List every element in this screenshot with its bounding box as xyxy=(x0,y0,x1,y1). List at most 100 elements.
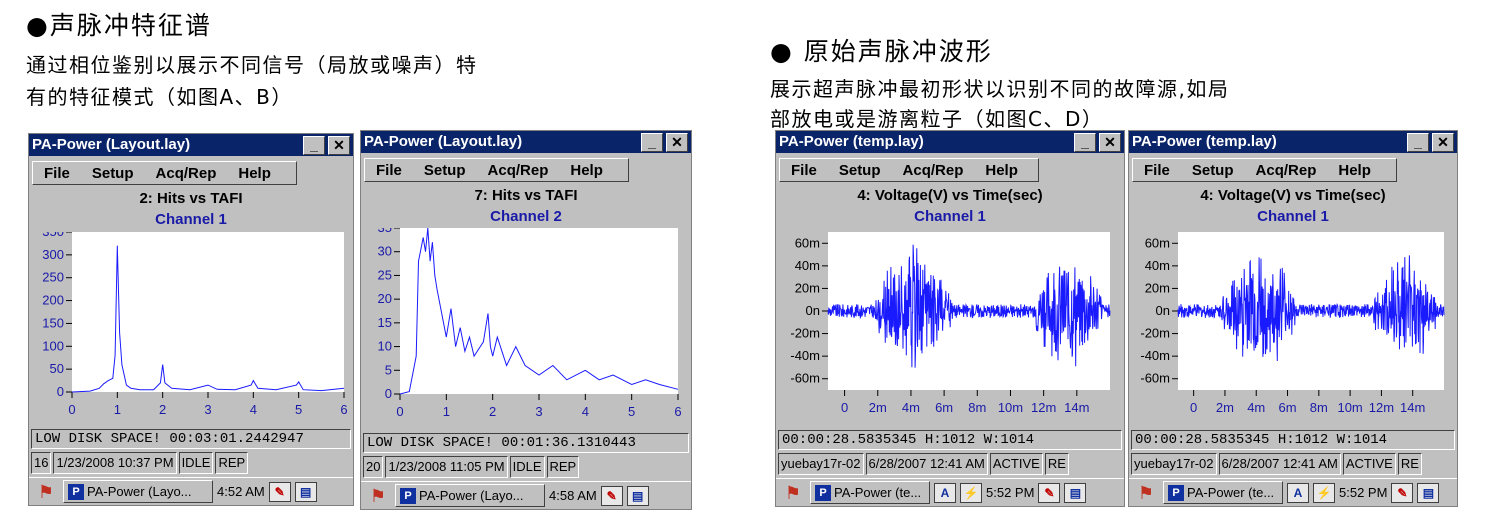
taskbar-app-label: PA-Power (Layo... xyxy=(87,484,192,499)
chart-title: 7: Hits vs TAFI xyxy=(474,187,578,204)
y-tick-label: -60m xyxy=(790,371,820,386)
x-tick-label: 5 xyxy=(295,402,302,417)
status-bar: 16 1/23/2008 10:37 PM IDLE REP xyxy=(31,452,250,474)
y-tick-label: 5 xyxy=(385,362,392,377)
status-message: 00:00:28.5835345 H:1012 W:1014 xyxy=(778,430,1122,450)
menu-item[interactable]: Help xyxy=(227,165,282,182)
taskbar-app-button[interactable]: P PA-Power (te... xyxy=(1163,481,1283,504)
menu-item[interactable]: Acq/Rep xyxy=(145,165,228,182)
chart-title: 2: Hits vs TAFI xyxy=(139,190,243,207)
battery-icon[interactable]: ⚡ xyxy=(960,482,982,503)
menu-bar: File Setup Acq/Rep Help xyxy=(779,158,1039,182)
status-cell: 1/23/2008 11:05 PM xyxy=(385,456,508,478)
start-menu-icon[interactable]: ⚑ xyxy=(365,485,391,507)
close-button[interactable]: ✕ xyxy=(666,133,688,152)
x-tick-label: 0 xyxy=(396,404,403,419)
menu-item[interactable]: File xyxy=(780,162,828,179)
clock: 5:52 PM xyxy=(986,485,1035,500)
desktop-icon[interactable]: ▤ xyxy=(626,485,649,506)
close-button[interactable]: ✕ xyxy=(1099,133,1121,152)
minimize-button[interactable]: _ xyxy=(1407,133,1429,152)
start-menu-icon[interactable]: ⚑ xyxy=(780,482,806,504)
taskbar: ⚑ P PA-Power (Layo... 4:58 AM ✎ ▤ xyxy=(361,481,691,509)
chart-plot: 60m 40m 20m 0n -20m -40m -60m 0 2m 4m 6m 8m 10m 12m 14… xyxy=(1140,232,1445,415)
x-tick-label: 12m xyxy=(1031,400,1056,415)
minimize-button[interactable]: _ xyxy=(641,133,663,152)
y-tick-label: 10 xyxy=(378,339,392,354)
status-cell: IDLE xyxy=(509,456,545,478)
clock: 4:58 AM xyxy=(549,488,597,503)
menu-item[interactable]: Setup xyxy=(413,162,477,179)
x-tick-label: 2m xyxy=(869,400,887,415)
menu-item[interactable]: Acq/Rep xyxy=(892,162,975,179)
left-section-desc-line2: 有的特征模式（如图A、B） xyxy=(26,85,293,109)
app-icon: P xyxy=(1168,484,1184,501)
x-tick-label: 3 xyxy=(204,402,211,417)
x-tick-label: 8m xyxy=(1310,400,1328,415)
y-tick-label: 60m xyxy=(795,235,820,250)
menu-item[interactable]: Setup xyxy=(1181,162,1245,179)
menu-item[interactable]: Help xyxy=(974,162,1029,179)
taskbar-app-button[interactable]: P PA-Power (Layo... xyxy=(63,480,213,503)
menu-bar: File Setup Acq/Rep Help xyxy=(32,161,297,185)
network-icon[interactable]: ✎ xyxy=(600,485,623,506)
app-icon: P xyxy=(815,484,831,501)
close-button[interactable]: ✕ xyxy=(1432,133,1454,152)
menu-bar: File Setup Acq/Rep Help xyxy=(364,158,629,182)
status-cell: ACTIVE xyxy=(989,453,1043,475)
x-tick-label: 2m xyxy=(1216,400,1234,415)
x-tick-label: 6m xyxy=(1278,400,1296,415)
y-tick-label: 0 xyxy=(385,386,392,401)
menu-item[interactable]: Acq/Rep xyxy=(1245,162,1328,179)
menu-item[interactable]: Setup xyxy=(81,165,145,182)
start-menu-icon[interactable]: ⚑ xyxy=(1133,482,1159,504)
input-mode-icon[interactable]: A xyxy=(934,482,956,503)
input-mode-icon[interactable]: A xyxy=(1287,482,1309,503)
status-cell: 6/28/2007 12:41 AM xyxy=(1218,453,1341,475)
desktop-icon[interactable]: ▤ xyxy=(1417,482,1440,503)
y-tick-label: 0n xyxy=(1156,303,1170,318)
menu-item[interactable]: File xyxy=(33,165,81,182)
chart-channel-label: Channel 2 xyxy=(490,208,562,225)
y-tick-label: -20m xyxy=(790,326,820,341)
x-tick-label: 1 xyxy=(114,402,121,417)
chart-title: 4: Voltage(V) vs Time(sec) xyxy=(1200,187,1386,204)
status-bar: 20 1/23/2008 11:05 PM IDLE REP xyxy=(363,456,581,478)
left-section-desc-line1: 通过相位鉴别以展示不同信号（局放或噪声）特 xyxy=(26,53,478,77)
x-tick-label: 0 xyxy=(1190,400,1197,415)
status-message: LOW DISK SPACE! 00:01:36.1310443 xyxy=(363,433,689,453)
menu-item[interactable]: Help xyxy=(559,162,614,179)
desktop-icon[interactable]: ▤ xyxy=(1064,482,1087,503)
chart-channel-label: Channel 1 xyxy=(1257,208,1329,225)
clock: 5:52 PM xyxy=(1339,485,1388,500)
network-icon[interactable]: ✎ xyxy=(268,481,291,502)
chart-channel-label: Channel 1 xyxy=(155,211,227,228)
y-tick-label: 0n xyxy=(806,303,820,318)
status-cell: IDLE xyxy=(178,452,214,474)
y-tick-label: -40m xyxy=(790,348,820,363)
taskbar: ⚑ P PA-Power (te... A ⚡ 5:52 PM ✎ ▤ xyxy=(776,478,1124,506)
taskbar-app-button[interactable]: P PA-Power (te... xyxy=(810,481,930,504)
y-tick-label: 40m xyxy=(1145,258,1170,273)
desktop-icon[interactable]: ▤ xyxy=(294,481,317,502)
menu-item[interactable]: Acq/Rep xyxy=(477,162,560,179)
close-button[interactable]: ✕ xyxy=(328,136,350,155)
network-icon[interactable]: ✎ xyxy=(1391,482,1414,503)
x-tick-label: 4m xyxy=(1247,400,1265,415)
taskbar-app-button[interactable]: P PA-Power (Layo... xyxy=(395,484,545,507)
menu-item[interactable]: Help xyxy=(1327,162,1382,179)
y-tick-label: -20m xyxy=(1140,326,1170,341)
menu-item[interactable]: File xyxy=(365,162,413,179)
menu-item[interactable]: Setup xyxy=(828,162,892,179)
start-menu-icon[interactable]: ⚑ xyxy=(33,481,59,503)
network-icon[interactable]: ✎ xyxy=(1038,482,1061,503)
minimize-button[interactable]: _ xyxy=(303,136,325,155)
minimize-button[interactable]: _ xyxy=(1074,133,1096,152)
right-section-desc-line1: 展示超声脉冲最初形状以识别不同的故障源,如局 xyxy=(770,77,1230,101)
taskbar-app-label: PA-Power (Layo... xyxy=(419,488,524,503)
y-tick-label: 200 xyxy=(42,293,64,308)
y-tick-label: 40m xyxy=(795,258,820,273)
battery-icon[interactable]: ⚡ xyxy=(1313,482,1335,503)
menu-item[interactable]: File xyxy=(1133,162,1181,179)
status-cell: 16 xyxy=(31,452,52,474)
